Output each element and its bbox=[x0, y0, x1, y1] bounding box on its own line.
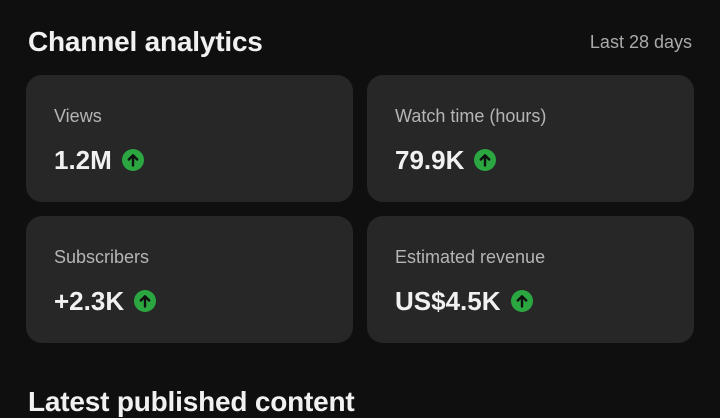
subscribers-value: +2.3K bbox=[54, 286, 125, 316]
arrow-up-circle-icon bbox=[474, 149, 497, 171]
watch-time-value: 79.9K bbox=[395, 145, 465, 175]
page-title: Channel analytics bbox=[28, 26, 263, 57]
views-label: Views bbox=[54, 106, 102, 126]
metrics-grid: Views 1.2M Watch time (hours) 79.9K Subs… bbox=[26, 75, 694, 343]
revenue-value: US$4.5K bbox=[395, 286, 501, 316]
analytics-header: Channel analytics Last 28 days bbox=[28, 22, 692, 62]
watch-time-card[interactable]: Watch time (hours) 79.9K bbox=[367, 75, 694, 202]
views-card[interactable]: Views 1.2M bbox=[26, 75, 353, 202]
subscribers-value-row: +2.3K bbox=[54, 286, 325, 316]
watch-time-label: Watch time (hours) bbox=[395, 106, 547, 126]
date-range-label[interactable]: Last 28 days bbox=[590, 32, 692, 53]
revenue-value-row: US$4.5K bbox=[395, 286, 666, 316]
subscribers-label: Subscribers bbox=[54, 247, 150, 267]
watch-time-value-row: 79.9K bbox=[395, 145, 666, 175]
arrow-up-circle-icon bbox=[134, 290, 157, 312]
latest-content-heading: Latest published content bbox=[28, 386, 355, 417]
views-value-row: 1.2M bbox=[54, 145, 325, 175]
arrow-up-circle-icon bbox=[121, 149, 144, 171]
arrow-up-circle-icon bbox=[510, 290, 533, 312]
revenue-label: Estimated revenue bbox=[395, 247, 546, 267]
subscribers-card[interactable]: Subscribers +2.3K bbox=[26, 216, 353, 343]
revenue-card[interactable]: Estimated revenue US$4.5K bbox=[367, 216, 694, 343]
views-value: 1.2M bbox=[54, 145, 112, 175]
